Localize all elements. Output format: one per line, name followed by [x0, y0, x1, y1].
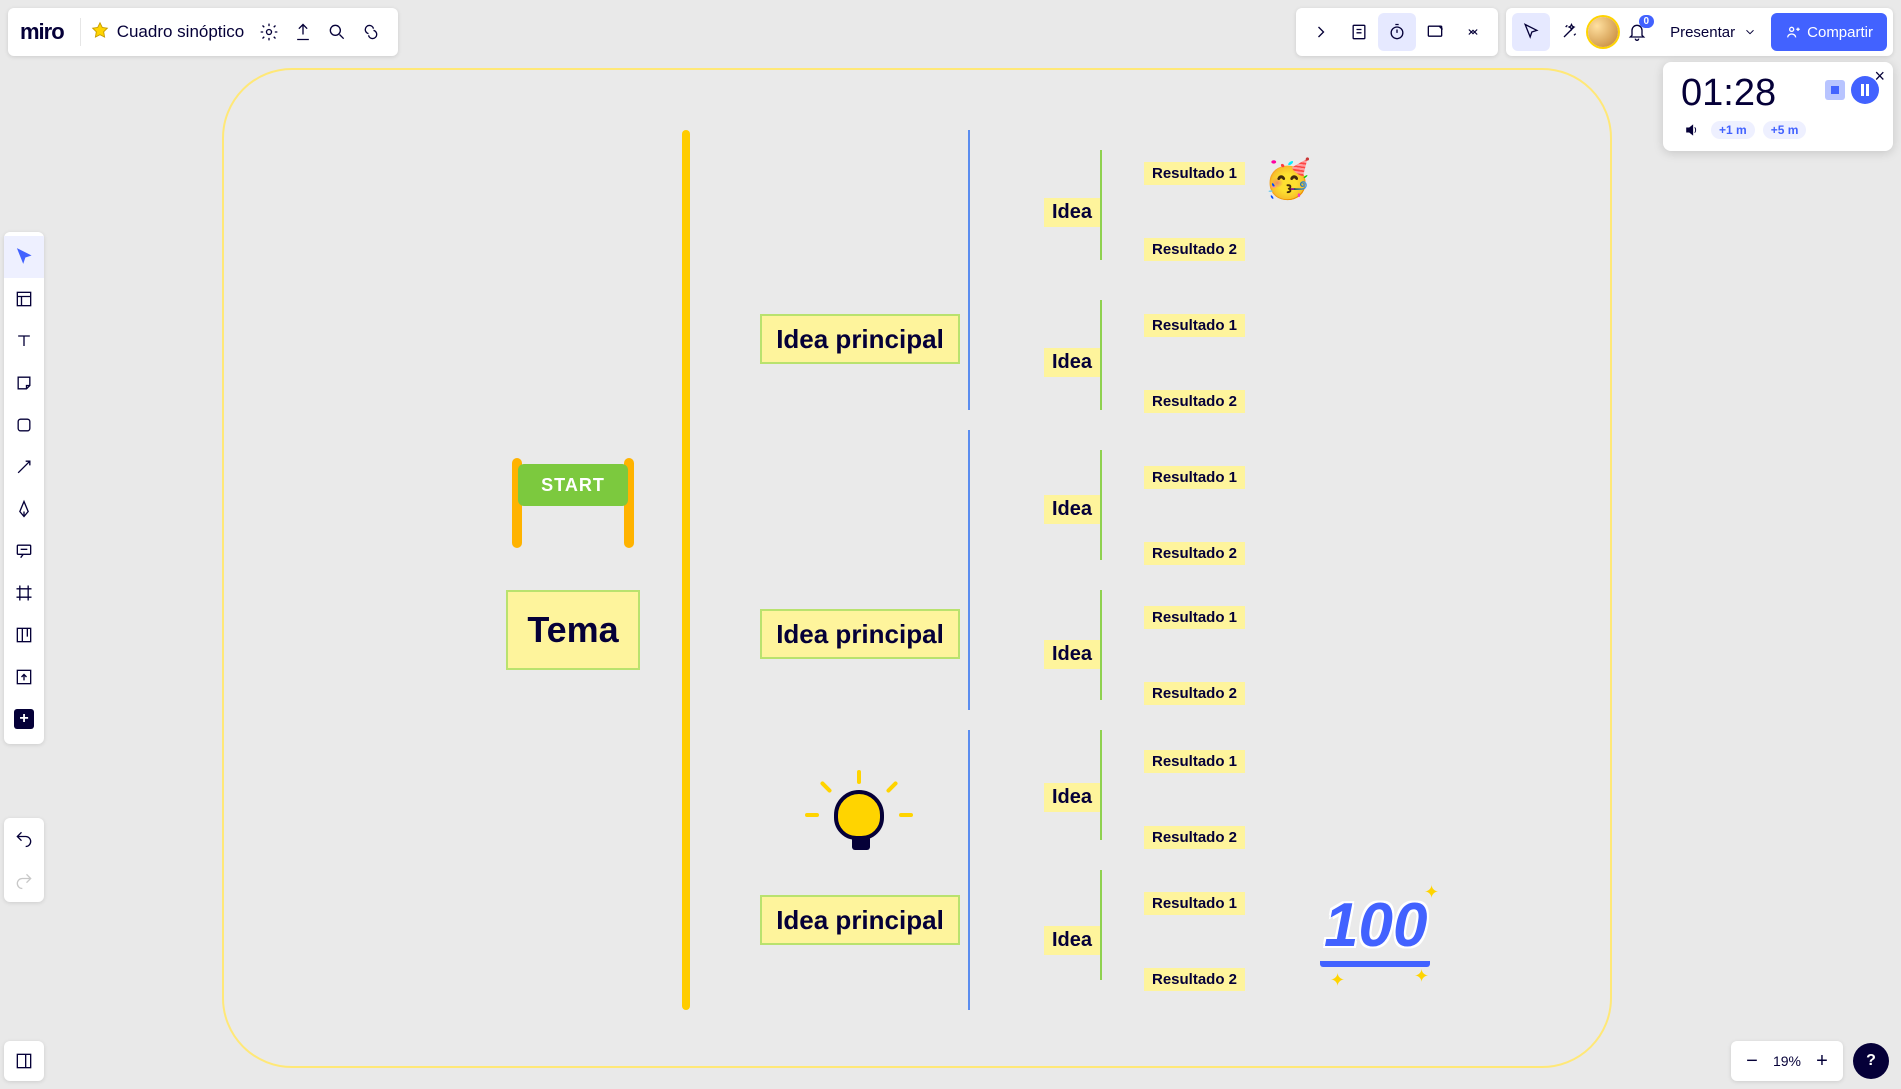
node-idea[interactable]: Idea — [1044, 348, 1100, 377]
tool-more[interactable]: + — [4, 698, 44, 740]
tool-frame[interactable] — [4, 572, 44, 614]
node-idea-principal[interactable]: Idea principal — [760, 314, 960, 364]
node-resultado[interactable]: Resultado 1 — [1144, 750, 1245, 773]
brace-idea — [1100, 300, 1102, 410]
brace-idea — [1100, 450, 1102, 560]
tool-comment[interactable] — [4, 530, 44, 572]
node-idea[interactable]: Idea — [1044, 640, 1100, 669]
tool-templates[interactable] — [4, 278, 44, 320]
present-button[interactable]: Presentar — [1656, 13, 1771, 51]
timer-add-1m[interactable]: +1 m — [1711, 121, 1755, 139]
topbar-right: 0 Presentar Compartir — [1296, 8, 1893, 56]
cursor-follow-icon[interactable] — [1512, 13, 1550, 51]
node-resultado[interactable]: Resultado 2 — [1144, 238, 1245, 261]
start-label: START — [518, 464, 628, 506]
node-resultado[interactable]: Resultado 2 — [1144, 542, 1245, 565]
timer-panel: × 01:28 +1 m +5 m — [1663, 62, 1893, 151]
export-icon[interactable] — [286, 15, 320, 49]
board-canvas[interactable]: Tema Idea principal Idea principal Idea … — [222, 68, 1612, 1068]
timer-icon[interactable] — [1378, 13, 1416, 51]
timer-sound-icon[interactable] — [1681, 119, 1703, 141]
tool-kanban[interactable] — [4, 614, 44, 656]
minimap-button[interactable] — [4, 1041, 44, 1081]
node-resultado[interactable]: Resultado 2 — [1144, 826, 1245, 849]
topbar-left: miro Cuadro sinóptico — [8, 8, 398, 56]
sticker-100[interactable]: 100 — [1324, 890, 1427, 961]
zoom-in-button[interactable]: + — [1807, 1046, 1837, 1076]
undo-button[interactable] — [4, 818, 44, 860]
notes-icon[interactable] — [1340, 13, 1378, 51]
sticker-start-banner[interactable]: START — [506, 450, 640, 550]
timer-stop-button[interactable] — [1825, 80, 1845, 100]
brace-idea — [1100, 150, 1102, 260]
timer-pause-button[interactable] — [1851, 76, 1879, 104]
tool-upload[interactable] — [4, 656, 44, 698]
integrations-icon[interactable] — [354, 15, 388, 49]
node-resultado[interactable]: Resultado 1 — [1144, 466, 1245, 489]
plan-badge-icon[interactable] — [89, 21, 111, 43]
brace-main — [682, 130, 690, 1010]
notification-badge: 0 — [1639, 15, 1655, 28]
more-apps-icon[interactable] — [1454, 13, 1492, 51]
brace-group-1 — [968, 130, 970, 410]
node-idea[interactable]: Idea — [1044, 495, 1100, 524]
board-title[interactable]: Cuadro sinóptico — [117, 22, 253, 42]
node-resultado[interactable]: Resultado 2 — [1144, 390, 1245, 413]
redo-button[interactable] — [4, 860, 44, 902]
help-button[interactable]: ? — [1853, 1043, 1889, 1079]
node-resultado[interactable]: Resultado 1 — [1144, 892, 1245, 915]
node-resultado[interactable]: Resultado 2 — [1144, 682, 1245, 705]
brace-group-3 — [968, 730, 970, 1010]
sparkle-icon: ✦ — [1330, 970, 1345, 991]
node-resultado[interactable]: Resultado 1 — [1144, 162, 1245, 185]
timer-add-5m[interactable]: +5 m — [1763, 121, 1807, 139]
zoom-controls: − 19% + — [1731, 1041, 1843, 1081]
node-resultado[interactable]: Resultado 1 — [1144, 314, 1245, 337]
sticker-lightbulb[interactable] — [814, 770, 904, 860]
tool-select[interactable] — [4, 236, 44, 278]
undo-redo-group — [4, 818, 44, 902]
collab-tools-group — [1296, 8, 1498, 56]
node-idea[interactable]: Idea — [1044, 926, 1100, 955]
zoom-value[interactable]: 19% — [1767, 1053, 1807, 1069]
share-button[interactable]: Compartir — [1771, 13, 1887, 51]
divider — [80, 18, 81, 46]
user-avatar[interactable] — [1588, 17, 1618, 47]
voting-icon[interactable] — [1416, 13, 1454, 51]
search-icon[interactable] — [320, 15, 354, 49]
node-tema[interactable]: Tema — [506, 590, 640, 670]
tool-sticky[interactable] — [4, 362, 44, 404]
notifications-button[interactable]: 0 — [1618, 13, 1656, 51]
board-settings-icon[interactable] — [252, 15, 286, 49]
brace-group-2 — [968, 430, 970, 710]
zoom-out-button[interactable]: − — [1737, 1046, 1767, 1076]
node-resultado[interactable]: Resultado 1 — [1144, 606, 1245, 629]
miro-logo[interactable]: miro — [18, 19, 72, 45]
node-resultado[interactable]: Resultado 2 — [1144, 968, 1245, 991]
node-idea[interactable]: Idea — [1044, 783, 1100, 812]
tool-shape[interactable] — [4, 404, 44, 446]
tool-line[interactable] — [4, 446, 44, 488]
tool-text[interactable] — [4, 320, 44, 362]
node-idea-principal[interactable]: Idea principal — [760, 609, 960, 659]
sparkle-icon: ✦ — [1424, 882, 1439, 903]
reactions-icon[interactable] — [1550, 13, 1588, 51]
tool-pen[interactable] — [4, 488, 44, 530]
brace-idea — [1100, 870, 1102, 980]
node-idea-principal[interactable]: Idea principal — [760, 895, 960, 945]
sparkle-icon: ✦ — [1414, 966, 1429, 987]
brace-idea — [1100, 730, 1102, 840]
hide-collab-icon[interactable] — [1302, 13, 1340, 51]
brace-idea — [1100, 590, 1102, 700]
node-idea[interactable]: Idea — [1044, 198, 1100, 227]
left-toolbar: + — [4, 232, 44, 744]
sticker-party-face[interactable]: 🥳 — [1264, 158, 1311, 202]
facilitation-group: 0 Presentar Compartir — [1506, 8, 1893, 56]
